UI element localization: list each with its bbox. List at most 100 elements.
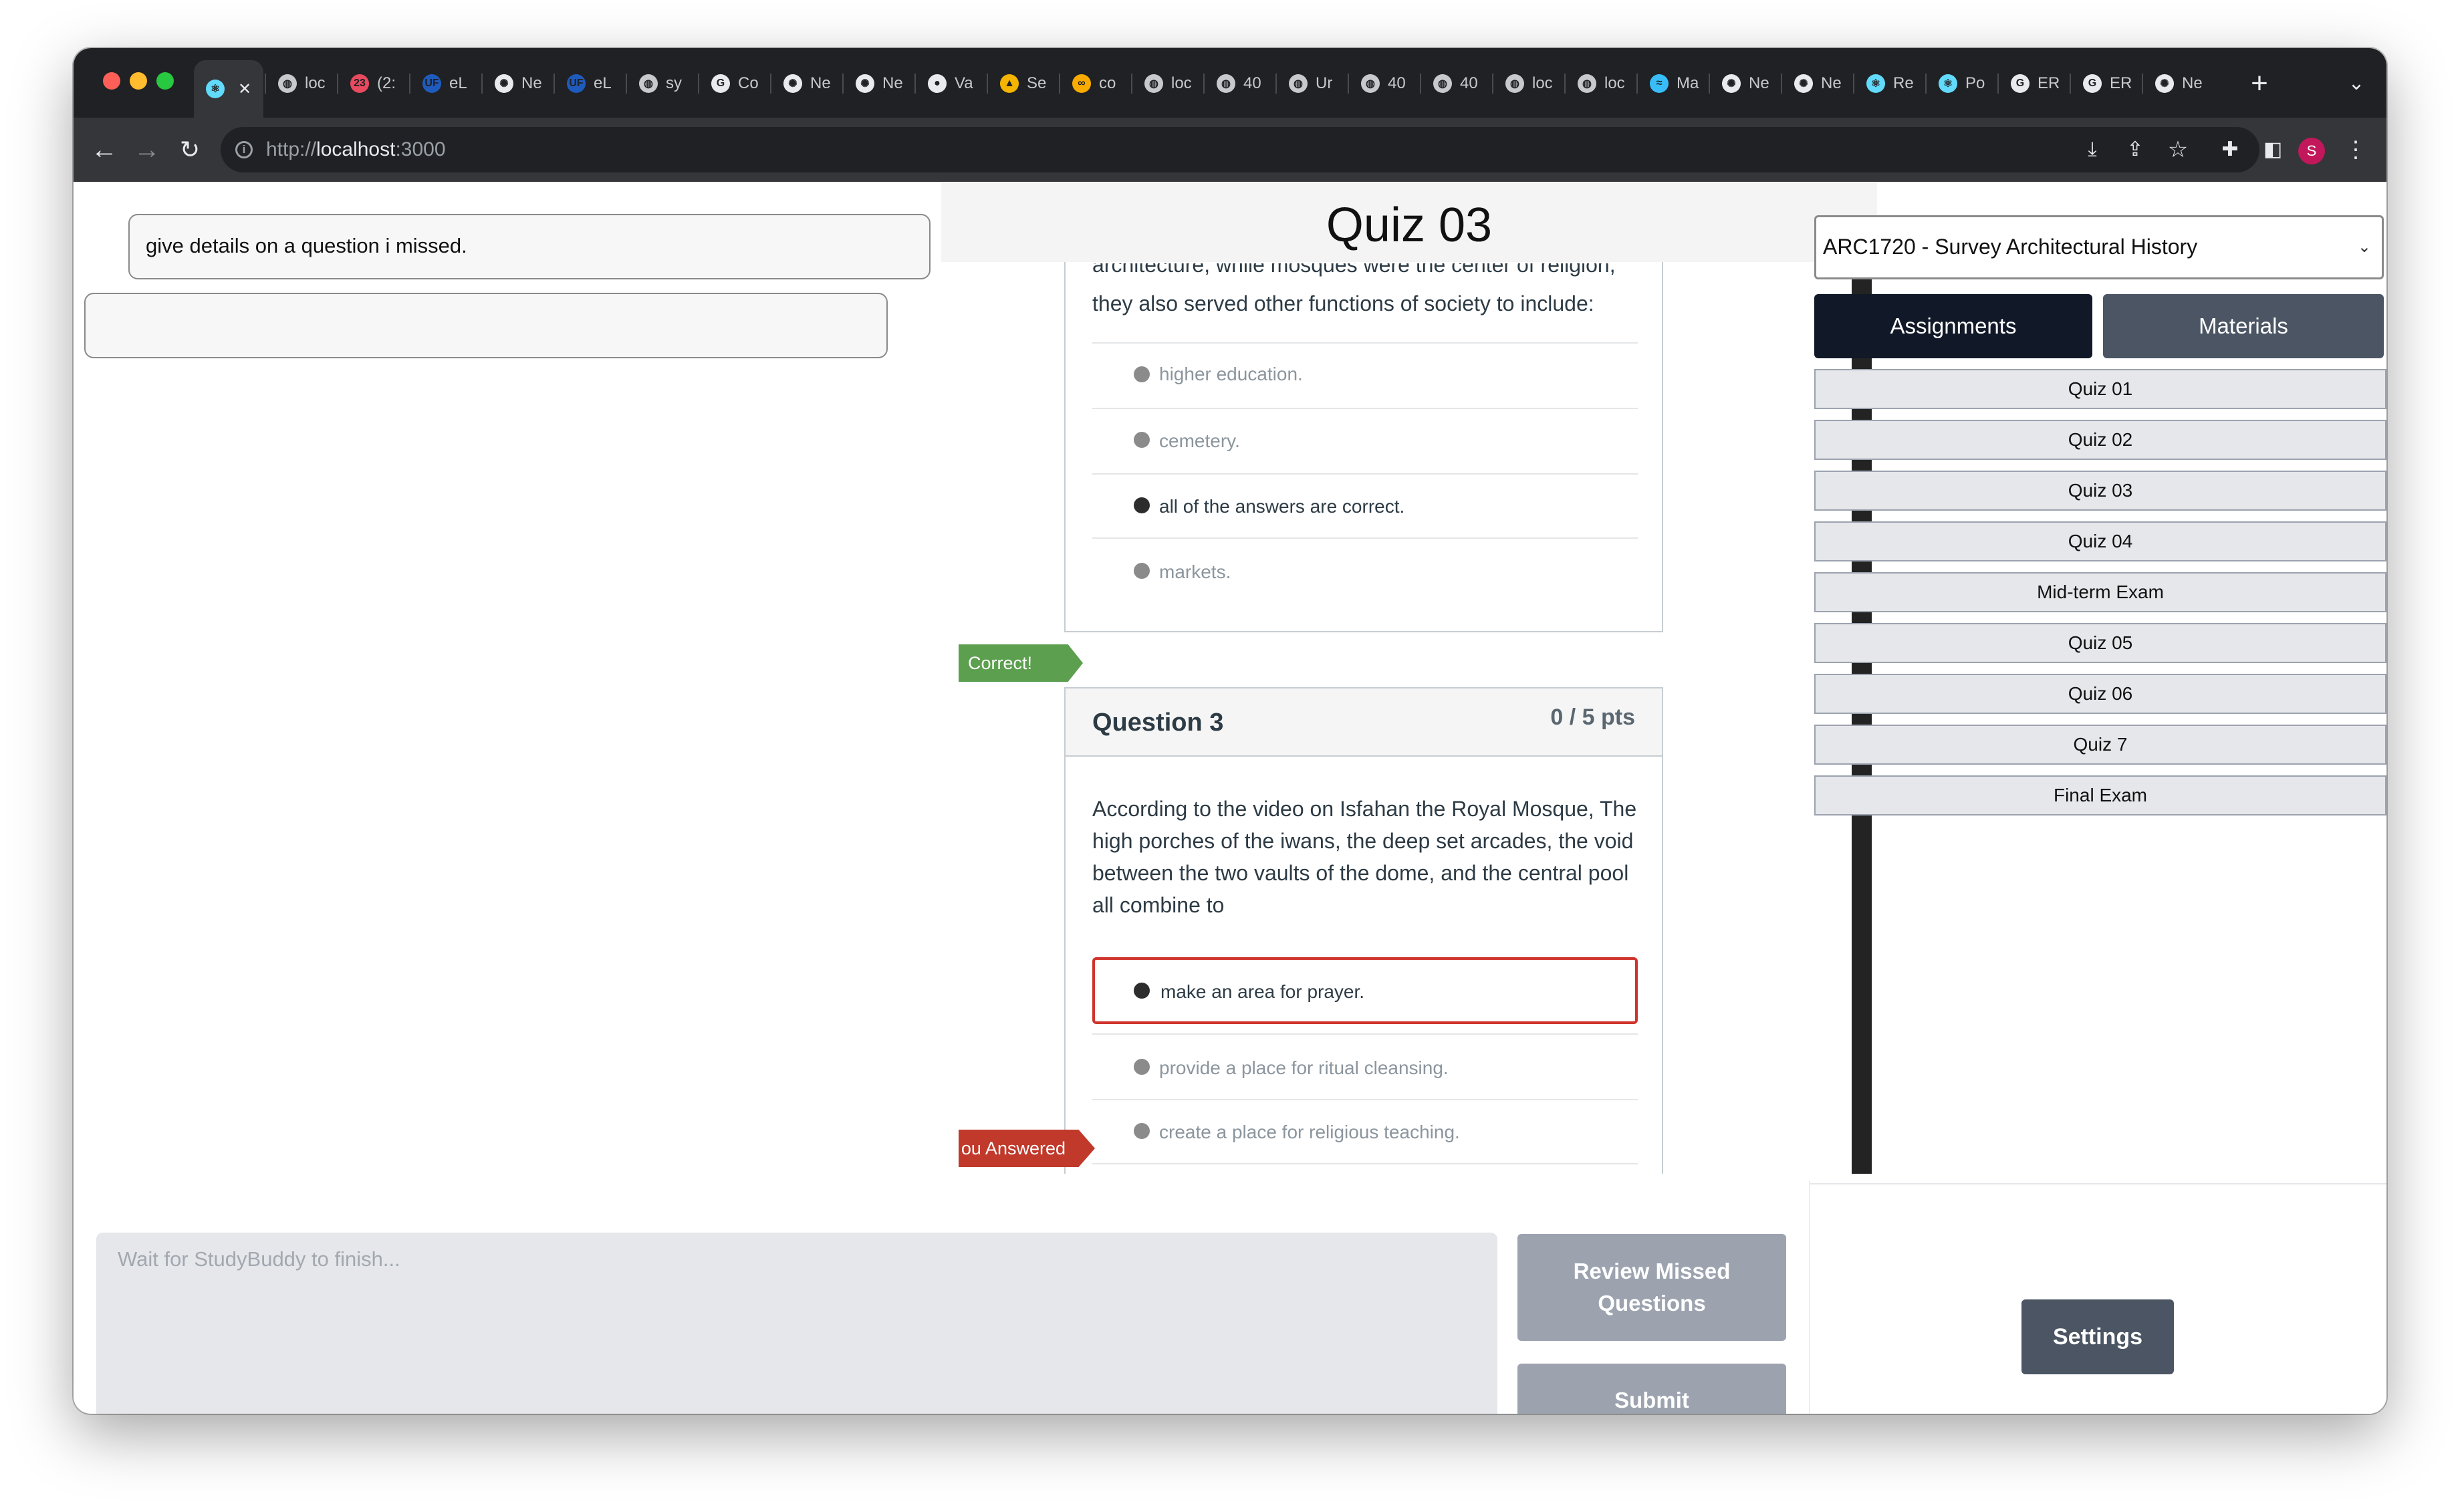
address-bar[interactable]: i http://localhost:3000: [221, 127, 2259, 172]
review-missed-questions-label: Review Missed Questions: [1573, 1259, 1731, 1315]
globe-icon: ◍: [1433, 74, 1452, 93]
quiz-title: Quiz 03: [941, 182, 1877, 262]
course-select[interactable]: ARC1720 - Survey Architectural History ⌄: [1814, 215, 2384, 279]
browser-tab[interactable]: UF eL: [555, 60, 624, 107]
browser-tab[interactable]: UF eL: [410, 60, 480, 107]
tab-separator: [1348, 74, 1349, 94]
answer-option[interactable]: provide a place for ritual cleansing.: [1092, 1033, 1638, 1098]
browser-tab[interactable]: ◍ 40: [1421, 60, 1491, 107]
site-info-icon[interactable]: i: [235, 141, 253, 158]
menu-kebab-icon[interactable]: ⋮: [2336, 130, 2376, 170]
assignment-item[interactable]: Quiz 03: [1814, 471, 2386, 511]
globe-icon: ◍: [278, 74, 297, 93]
answer-option-selected[interactable]: all of the answers are correct.: [1092, 473, 1638, 537]
browser-tab[interactable]: ◍ loc: [266, 60, 336, 107]
browser-tab[interactable]: ✺ Ne: [844, 60, 913, 107]
browser-tab-label: eL: [449, 74, 467, 92]
assignment-item[interactable]: Quiz 04: [1814, 521, 2386, 561]
browser-tab-label: Se: [1027, 74, 1047, 92]
browser-tab[interactable]: ▲ Se: [988, 60, 1058, 107]
install-app-icon[interactable]: ⤓: [2072, 130, 2112, 170]
close-tab-icon[interactable]: ✕: [238, 80, 251, 99]
google-icon: G: [2011, 74, 2030, 93]
submit-button[interactable]: Submit: [1517, 1364, 1786, 1414]
tab-materials[interactable]: Materials: [2103, 294, 2384, 358]
chatgpt-icon: ✺: [856, 74, 874, 93]
browser-tab[interactable]: ⚛ Re: [1854, 60, 1924, 107]
chatgpt-icon: ✺: [1722, 74, 1741, 93]
review-missed-questions-button[interactable]: Review Missed Questions: [1517, 1234, 1786, 1341]
tab-separator: [265, 74, 266, 94]
browser-tab[interactable]: ◍ loc: [1566, 60, 1635, 107]
back-arrow-icon[interactable]: ←: [84, 130, 124, 170]
browser-tab[interactable]: ✺ Ne: [1710, 60, 1779, 107]
browser-tab-label: loc: [1171, 74, 1192, 92]
tab-search-chevron-icon[interactable]: ⌄: [2340, 60, 2373, 107]
answer-option[interactable]: create a place for religious teaching.: [1092, 1099, 1638, 1163]
bottom-divider: [1809, 1180, 1810, 1414]
browser-tab[interactable]: ✺ Ne: [1782, 60, 1852, 107]
minimize-window-button[interactable]: [130, 72, 147, 90]
chevron-down-icon: ⌄: [2357, 238, 2371, 256]
globe-icon: ◍: [1289, 74, 1308, 93]
extensions-puzzle-icon[interactable]: ✚: [2210, 130, 2250, 170]
browser-tab-label: ER: [2110, 74, 2132, 92]
browser-tab[interactable]: G ER: [2071, 60, 2140, 107]
tab-separator: [1420, 74, 1421, 94]
assignment-item[interactable]: Quiz 06: [1814, 674, 2386, 714]
quiz-scroll-view[interactable]: architecture, while mosques were the cen…: [948, 262, 1858, 1174]
browser-tab[interactable]: ◍ loc: [1493, 60, 1563, 107]
question-3-card: Question 3 0 / 5 pts According to the vi…: [1064, 687, 1663, 1174]
browser-tab[interactable]: ✺ Ne: [2143, 60, 2213, 107]
sidebar-divider: [1810, 1183, 2386, 1184]
browser-tab[interactable]: ✺ Ne: [483, 60, 552, 107]
answer-option-selected-wrong[interactable]: make an area for prayer.: [1092, 957, 1638, 1024]
maximize-window-button[interactable]: [156, 72, 174, 90]
browser-tab[interactable]: ⚛ Po: [1927, 60, 1996, 107]
assignment-item[interactable]: Final Exam: [1814, 775, 2386, 815]
tab-assignments[interactable]: Assignments: [1814, 294, 2092, 358]
new-tab-button[interactable]: +: [2239, 60, 2280, 107]
share-icon[interactable]: ⇪: [2115, 130, 2155, 170]
question-2-text-line1: architecture, while mosques were the cen…: [1092, 263, 1616, 277]
tab-separator: [1709, 74, 1710, 94]
browser-tab[interactable]: ◍ 40: [1205, 60, 1274, 107]
reload-icon[interactable]: ↻: [170, 130, 210, 170]
browser-tab[interactable]: ◍ sy: [627, 60, 697, 107]
react-icon: ⚛: [1866, 74, 1885, 93]
close-window-button[interactable]: [103, 72, 120, 90]
browser-tab[interactable]: ◍ loc: [1132, 60, 1202, 107]
browser-tab-label: Ne: [1749, 74, 1769, 92]
browser-tab[interactable]: ◍ 40: [1349, 60, 1419, 107]
forward-arrow-icon[interactable]: →: [127, 130, 167, 170]
settings-button[interactable]: Settings: [2021, 1299, 2174, 1374]
radio-icon: [1134, 563, 1150, 579]
browser-tab[interactable]: ≈ Ma: [1638, 60, 1707, 107]
assignment-item[interactable]: Quiz 02: [1814, 420, 2386, 460]
browser-tab[interactable]: ◍ Ur: [1277, 60, 1346, 107]
browser-tab[interactable]: ∞ co: [1060, 60, 1130, 107]
answer-option[interactable]: higher education.: [1092, 342, 1638, 406]
assignment-item[interactable]: Quiz 05: [1814, 623, 2386, 663]
chat-input[interactable]: Wait for StudyBuddy to finish...: [96, 1233, 1497, 1414]
answer-label: create a place for religious teaching.: [1159, 1122, 1460, 1142]
assignment-item[interactable]: Quiz 7: [1814, 725, 2386, 765]
browser-tab-label: Co: [738, 74, 759, 92]
question-2-text-line2: they also served other functions of soci…: [1092, 291, 1594, 316]
side-panel-icon[interactable]: ◧: [2253, 130, 2293, 170]
browser-tab[interactable]: 23 (2:: [338, 60, 408, 107]
browser-tab[interactable]: G Co: [699, 60, 769, 107]
assignment-item[interactable]: Mid-term Exam: [1814, 572, 2386, 612]
browser-tab[interactable]: ⚛ ✕: [194, 60, 263, 118]
answer-option[interactable]: markets.: [1092, 537, 1638, 602]
browser-tab[interactable]: ● Va: [916, 60, 985, 107]
answer-option[interactable]: cemetery.: [1092, 408, 1638, 472]
chatgpt-icon: ✺: [1794, 74, 1813, 93]
profile-avatar[interactable]: S: [2298, 138, 2325, 164]
browser-tab[interactable]: ✺ Ne: [771, 60, 841, 107]
tab-separator: [1203, 74, 1205, 94]
quiz-panel: Quiz 03 architecture, while mosques were…: [941, 182, 1877, 1180]
bookmark-star-icon[interactable]: ☆: [2158, 130, 2198, 170]
assignment-item[interactable]: Quiz 01: [1814, 369, 2386, 409]
browser-tab[interactable]: G ER: [1999, 60, 2068, 107]
